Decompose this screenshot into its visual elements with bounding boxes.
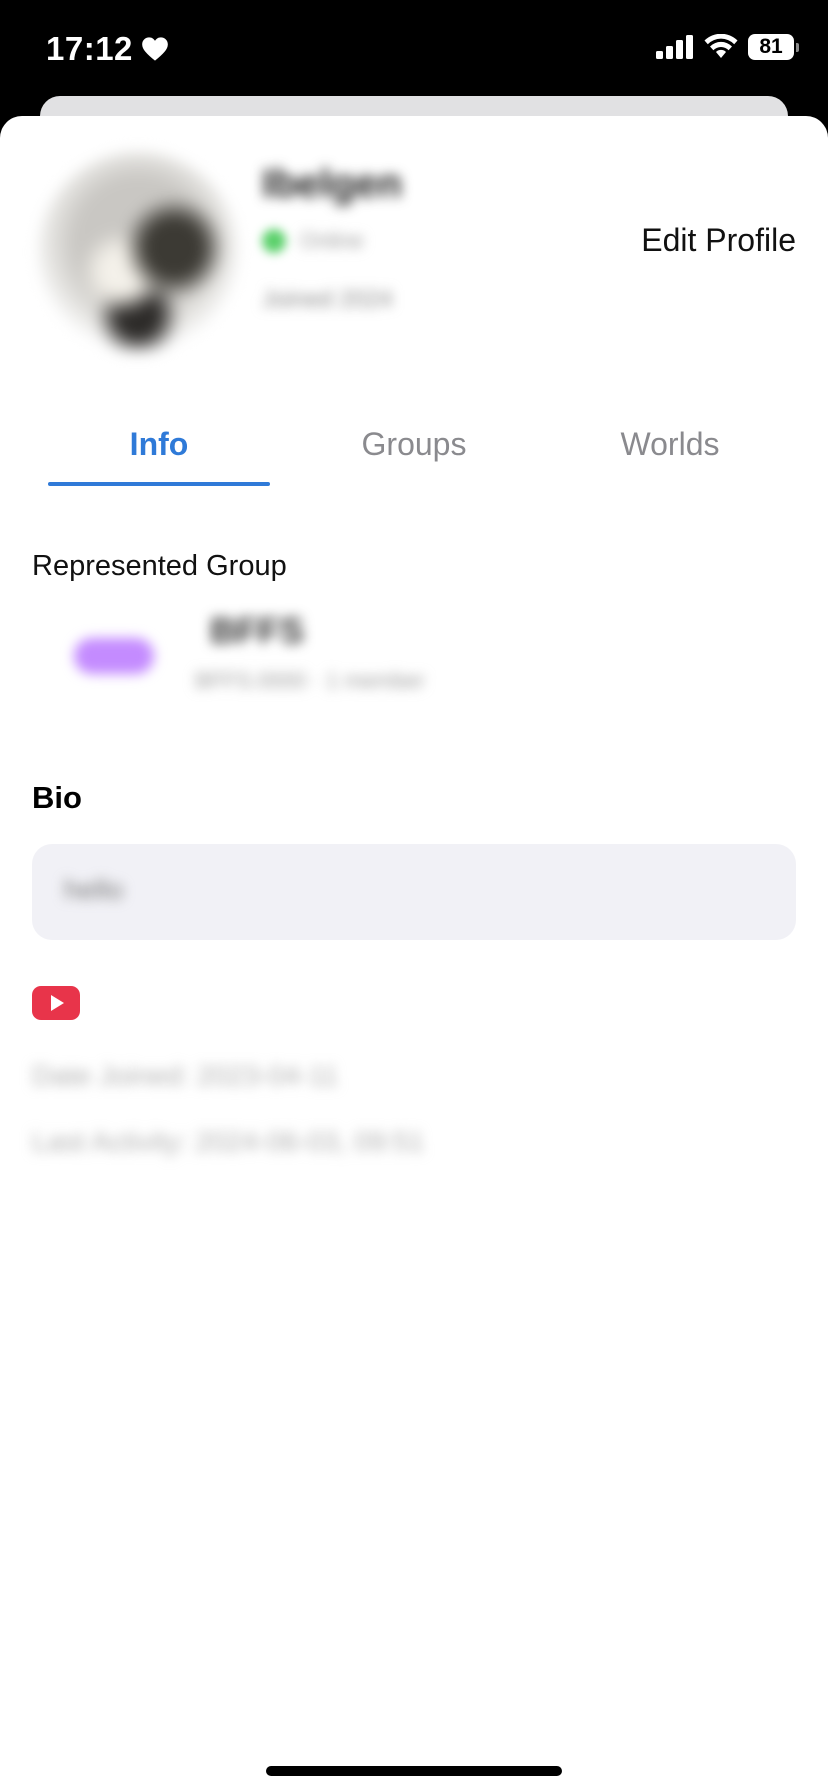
bio-title: Bio <box>32 780 82 815</box>
wifi-icon <box>704 34 738 58</box>
profile-tabs: Info Groups Worlds <box>0 406 828 486</box>
last-activity: Last Activity: 2024-06-03, 09:51 <box>32 1126 425 1157</box>
status-time: 17:12 <box>46 30 169 68</box>
youtube-icon[interactable] <box>32 986 80 1020</box>
heart-icon <box>142 37 168 61</box>
group-name: BFFS <box>210 610 304 651</box>
date-joined: Date Joined: 2023-04-11 <box>32 1060 339 1091</box>
status-time-text: 17:12 <box>46 30 133 67</box>
home-indicator <box>266 1766 562 1776</box>
status-bar: 17:12 81 <box>0 0 828 100</box>
cellular-signal-icon <box>656 35 693 59</box>
tab-info[interactable]: Info <box>48 406 270 482</box>
represented-group-title: Represented Group <box>32 550 287 582</box>
tab-groups[interactable]: Groups <box>300 406 528 482</box>
status-text: Online <box>300 228 364 253</box>
profile-name: Ibelgen <box>262 162 403 206</box>
battery-level: 81 <box>759 35 783 58</box>
active-tab-indicator <box>48 482 270 486</box>
profile-sheet: Ibelgen Online Joined 2024 Edit Profile … <box>0 116 828 1792</box>
bio-text: hello <box>64 874 124 905</box>
tab-worlds[interactable]: Worlds <box>556 406 784 482</box>
bio-box: hello <box>32 844 796 940</box>
status-indicators: 81 <box>656 34 799 60</box>
avatar[interactable] <box>38 152 238 352</box>
status-dot-icon <box>262 229 286 253</box>
group-icon <box>74 638 154 674</box>
group-subtitle: BFFS.0000 · 1 member <box>195 668 425 693</box>
edit-profile-button[interactable]: Edit Profile <box>641 222 796 259</box>
represented-group-card[interactable]: BFFS BFFS.0000 · 1 member <box>40 596 460 716</box>
profile-meta: Joined 2024 <box>262 286 393 313</box>
online-status: Online <box>262 228 364 254</box>
battery-indicator: 81 <box>748 34 799 60</box>
